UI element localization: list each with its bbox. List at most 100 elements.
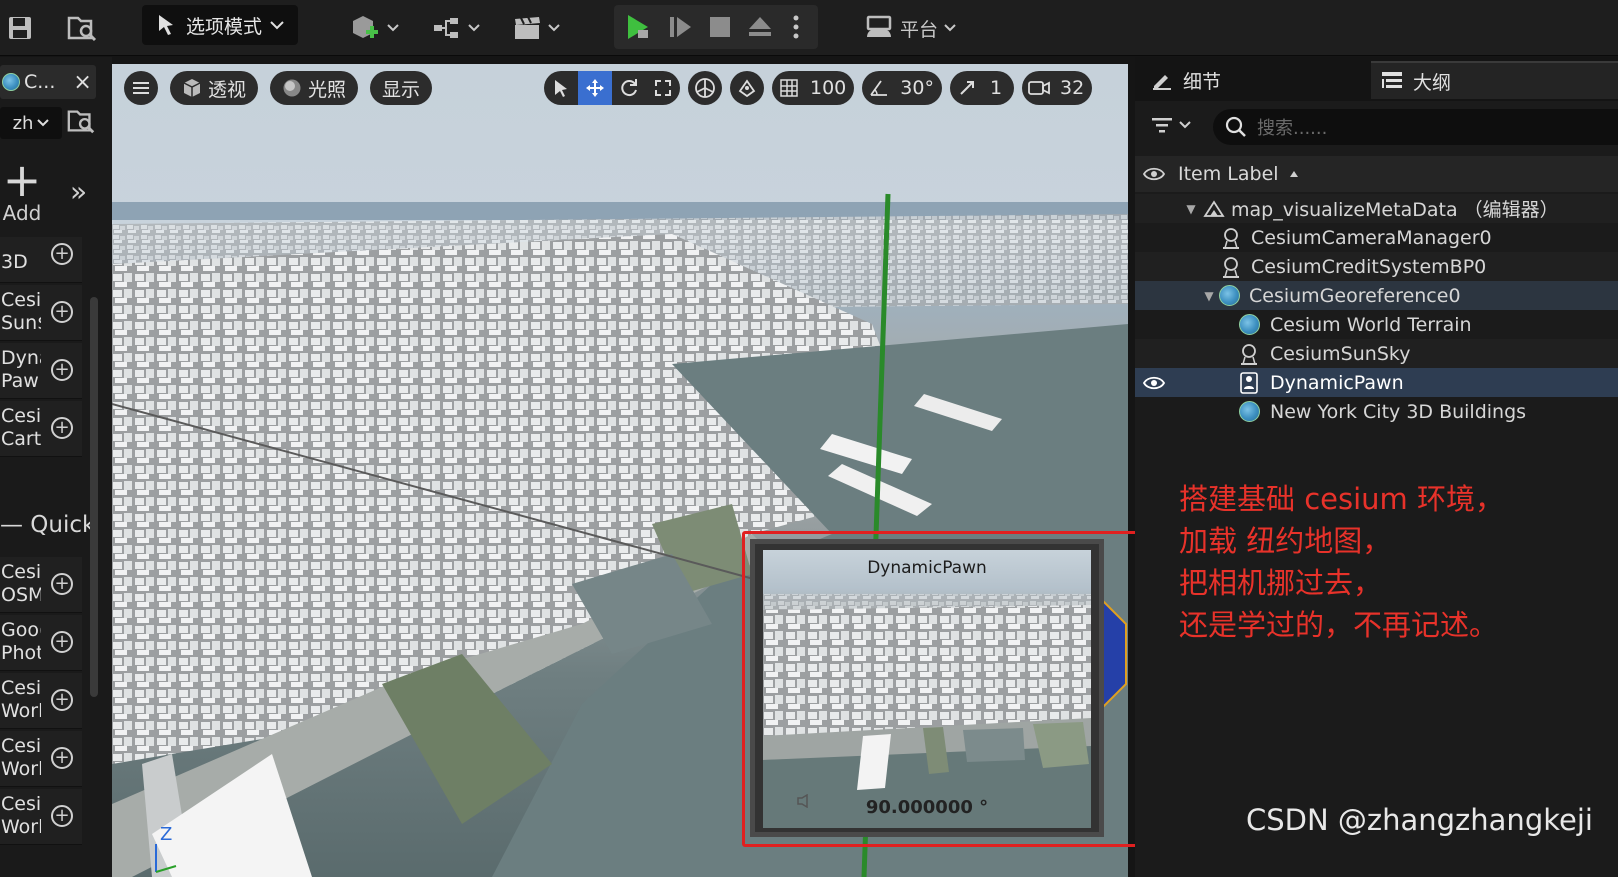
tab-details[interactable]: 细节 <box>1141 61 1231 99</box>
folder-search-icon <box>67 110 95 134</box>
chevron-down-icon <box>548 24 560 32</box>
list-item[interactable]: Dyna Paw + <box>0 343 82 399</box>
tree-row-label: New York City 3D Buildings <box>1270 400 1527 423</box>
eye-icon[interactable] <box>1143 375 1165 391</box>
outliner-search-row: 搜索...... <box>1135 107 1618 147</box>
add-circle-icon[interactable]: + <box>51 417 73 439</box>
list-item-label: Goo( <box>1 619 41 641</box>
expand-triangle-icon[interactable]: ▼ <box>1183 202 1199 216</box>
folder-search-icon <box>67 16 97 42</box>
camera-speed-control[interactable]: 32 <box>1022 71 1093 105</box>
rotate-tool-button[interactable] <box>612 71 646 105</box>
right-dock-tabs: 细节 大纲 <box>1135 57 1618 101</box>
tree-row-label: CesiumSunSky <box>1270 342 1411 365</box>
blueprint-icon <box>434 18 458 38</box>
mode-selector[interactable]: 选项模式 <box>142 5 299 45</box>
lighting-label: 光照 <box>308 78 347 101</box>
stop-button[interactable] <box>700 5 740 49</box>
cinematics-button[interactable] <box>508 6 564 50</box>
add-actor-button[interactable] <box>344 6 404 50</box>
select-tool-button[interactable] <box>544 71 578 105</box>
surface-snap-icon <box>738 79 756 98</box>
perspective-button[interactable]: 透视 <box>170 71 259 105</box>
scrollbar[interactable] <box>90 297 98 697</box>
play-options-button[interactable] <box>780 5 812 49</box>
lighting-button[interactable]: 光照 <box>270 71 359 105</box>
eye-icon[interactable] <box>1143 166 1165 182</box>
list-item[interactable]: Cesi Worl + <box>0 731 82 787</box>
tab-outliner[interactable]: 大纲 <box>1371 61 1618 99</box>
tree-row-selected[interactable]: DynamicPawn <box>1135 368 1618 397</box>
chevron-down-icon <box>468 24 480 32</box>
browse-button[interactable] <box>66 107 96 139</box>
add-circle-icon[interactable]: + <box>51 301 73 323</box>
right-dock: 细节 大纲 搜索...... Item Label ▼ map_visualiz… <box>1135 57 1618 877</box>
sort-ascending-icon[interactable] <box>1289 170 1299 178</box>
tree-row-georeference[interactable]: ▼ CesiumGeoreference0 <box>1135 281 1618 310</box>
filter-button[interactable] <box>1151 115 1191 135</box>
platforms-button[interactable]: 平台 <box>860 6 960 50</box>
annotation-highlight-box <box>742 531 1152 847</box>
item-label-header[interactable]: Item Label <box>1178 163 1279 185</box>
pawn-icon <box>1240 371 1258 394</box>
list-item[interactable]: Cesi OSM + <box>0 557 82 613</box>
scale-snap-control[interactable]: 1 <box>949 71 1015 105</box>
list-item-label: Cesi <box>1 405 41 427</box>
world-space-icon <box>695 78 715 98</box>
search-input[interactable]: 搜索...... <box>1213 109 1618 145</box>
list-item[interactable]: Cesi Worl + <box>0 789 82 845</box>
close-icon[interactable]: × <box>73 70 91 95</box>
add-circle-icon[interactable]: + <box>51 243 73 265</box>
blueprint-button[interactable] <box>428 6 484 50</box>
grid-snap-value: 100 <box>810 77 847 99</box>
list-item[interactable]: Goo( Phot + <box>0 615 82 671</box>
add-circle-icon[interactable]: + <box>51 573 73 595</box>
cesium-globe-icon <box>2 73 20 91</box>
tree-row[interactable]: CesiumSunSky <box>1135 339 1618 368</box>
eject-button[interactable] <box>740 5 780 49</box>
save-button[interactable] <box>4 6 36 50</box>
step-forward-icon <box>670 17 691 37</box>
quick-add-heading[interactable]: — Quick <box>0 512 95 538</box>
angle-icon-wrap <box>862 71 896 105</box>
play-button[interactable] <box>614 5 660 49</box>
list-item[interactable]: Cesi Sun$ + <box>0 285 82 341</box>
list-item[interactable]: 3D + <box>0 237 82 283</box>
panel-tab-cesium[interactable]: C... × <box>0 65 96 99</box>
tree-row-map[interactable]: ▼ map_visualizeMetaData （编辑器） <box>1135 194 1618 223</box>
actor-icon <box>1223 256 1239 278</box>
advance-frame-button[interactable] <box>660 5 700 49</box>
browse-content-button[interactable] <box>62 6 102 50</box>
list-item-label: Cesi <box>1 561 41 583</box>
tree-row[interactable]: CesiumCameraManager0 <box>1135 223 1618 252</box>
grid-snap-control[interactable]: 100 <box>772 71 855 105</box>
expand-triangle-icon[interactable]: ▼ <box>1201 289 1217 303</box>
chevron-down-icon <box>387 24 399 32</box>
add-circle-icon[interactable]: + <box>51 805 73 827</box>
add-button[interactable]: + Add <box>0 157 44 225</box>
scale-tool-button[interactable] <box>646 71 680 105</box>
add-circle-icon[interactable]: + <box>51 631 73 653</box>
show-button[interactable]: 显示 <box>370 71 433 105</box>
language-selector[interactable]: zh <box>0 107 62 139</box>
perspective-label: 透视 <box>208 78 247 101</box>
rotation-snap-control[interactable]: 30° <box>862 71 942 105</box>
list-item[interactable]: Cesi Cart + <box>0 401 82 457</box>
viewport-menu-button[interactable] <box>124 71 158 105</box>
play-icon <box>628 15 648 39</box>
scale-snap-value: 1 <box>989 77 1003 99</box>
list-item-label: Cesi <box>1 735 41 757</box>
annotation-text: 搭建基础 cesium 环境， 加载 纽约地图， 把相机挪过去， 还是学过的，不… <box>1179 478 1504 646</box>
tree-row[interactable]: Cesium World Terrain <box>1135 310 1618 339</box>
list-item[interactable]: Cesi Worl + <box>0 673 82 729</box>
add-circle-icon[interactable]: + <box>51 359 73 381</box>
coordinate-space-button[interactable] <box>688 71 722 105</box>
expand-icon[interactable]: » <box>70 175 87 208</box>
tree-row[interactable]: New York City 3D Buildings <box>1135 397 1618 426</box>
translate-tool-button[interactable] <box>578 71 612 105</box>
outliner-column-header: Item Label <box>1135 156 1618 192</box>
add-circle-icon[interactable]: + <box>51 689 73 711</box>
add-circle-icon[interactable]: + <box>51 747 73 769</box>
tree-row[interactable]: CesiumCreditSystemBP0 <box>1135 252 1618 281</box>
surface-snapping-button[interactable] <box>730 71 764 105</box>
